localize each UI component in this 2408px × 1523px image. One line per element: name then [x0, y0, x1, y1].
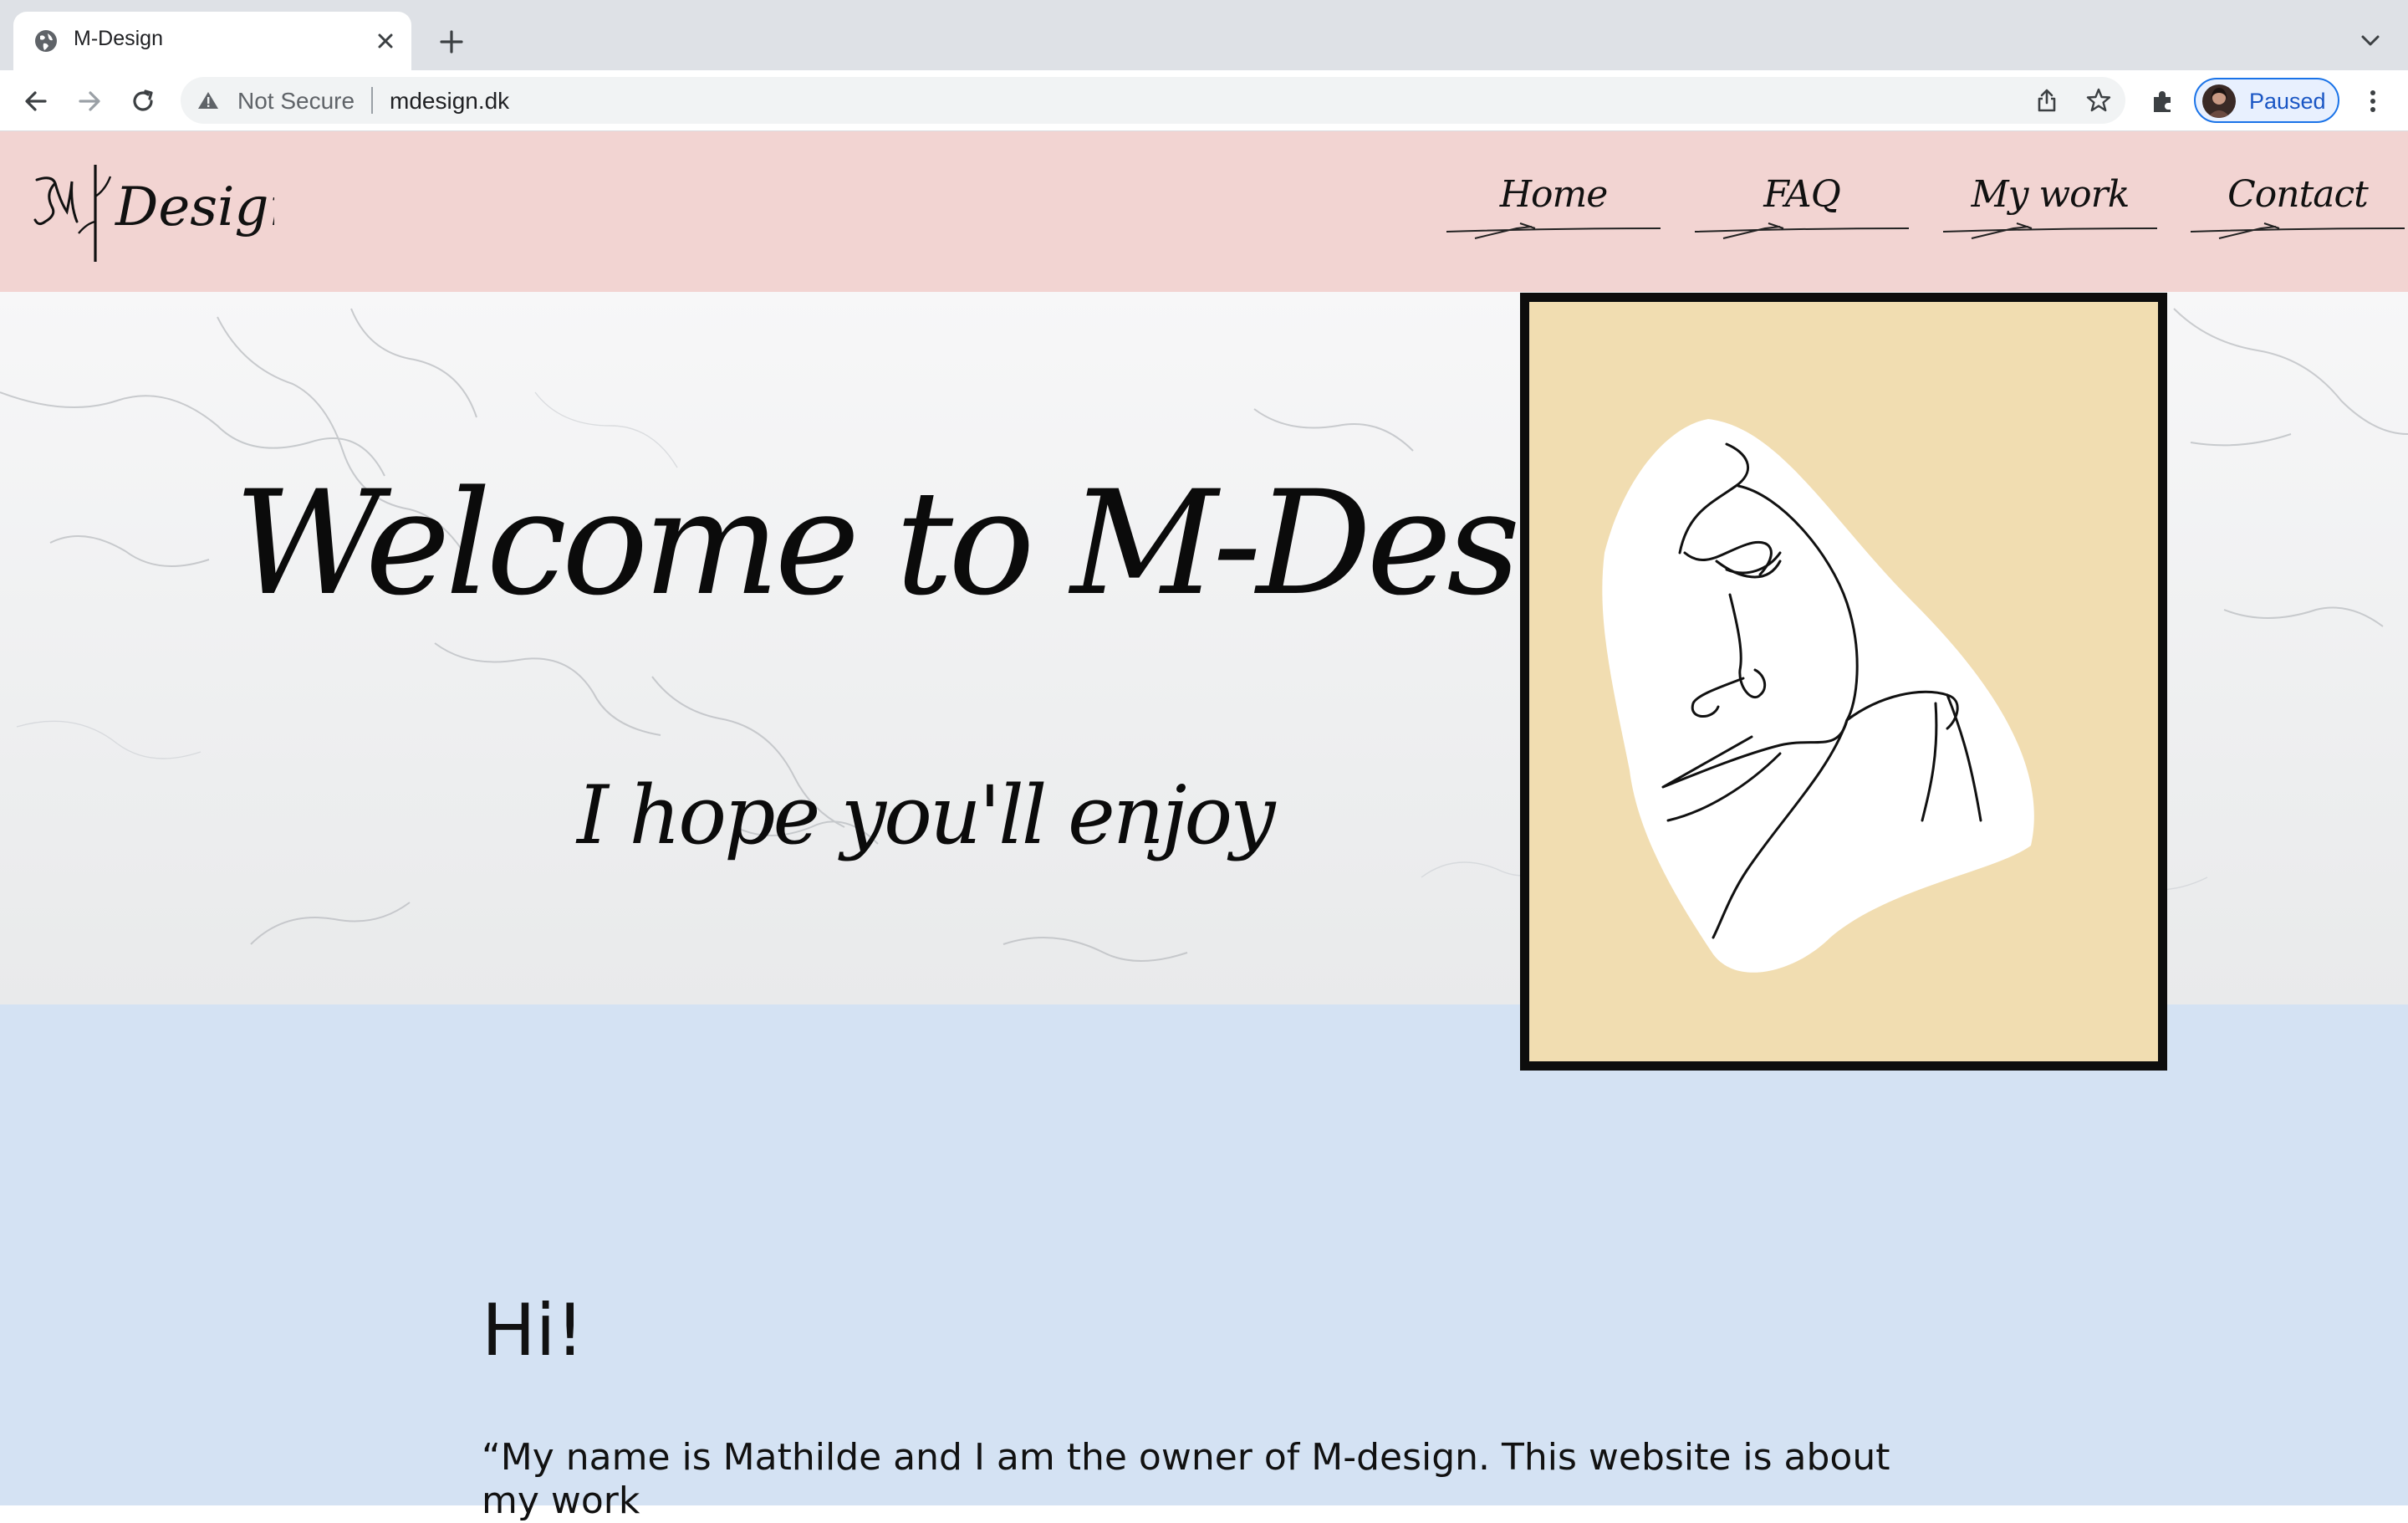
site-header: Design Home FAQ My work Contact	[0, 131, 2408, 292]
back-arrow-icon[interactable]	[22, 87, 50, 115]
nav-contact-label: Contact	[2227, 173, 2369, 216]
url-text[interactable]: mdesign.dk	[390, 88, 509, 115]
tab-title: M-Design	[74, 27, 163, 50]
nav-underline-decoration	[1446, 222, 1661, 239]
share-icon[interactable]	[2033, 87, 2060, 114]
tab-strip: M-Design	[0, 0, 2408, 70]
nav-faq[interactable]: FAQ	[1693, 173, 1911, 240]
omnibox-divider	[371, 87, 373, 114]
warning-icon[interactable]	[197, 90, 219, 110]
content-heading: Hi!	[482, 1289, 585, 1372]
globe-icon	[35, 30, 57, 52]
nav-underline-decoration	[1942, 222, 2158, 239]
line-art-face-image	[1602, 419, 2034, 973]
close-icon[interactable]	[375, 30, 396, 52]
profile-button[interactable]: Paused	[2194, 78, 2339, 123]
forward-arrow-icon[interactable]	[75, 87, 104, 115]
extensions-puzzle-icon[interactable]	[2149, 87, 2177, 115]
nav-home[interactable]: Home	[1445, 173, 1662, 240]
nav-faq-label: FAQ	[1763, 173, 1841, 216]
avatar	[2202, 84, 2236, 118]
profile-status: Paused	[2249, 89, 2326, 114]
nav-contact[interactable]: Contact	[2189, 173, 2406, 240]
nav-underline-decoration	[1694, 222, 1910, 239]
hero-subtitle: I hope you'll enjoy	[577, 769, 1275, 862]
svg-text:Design: Design	[115, 176, 274, 238]
nav-home-label: Home	[1499, 173, 1609, 216]
browser-toolbar: Not Secure mdesign.dk Paused	[0, 70, 2408, 131]
bookmark-star-icon[interactable]	[2085, 87, 2112, 114]
nav-my-work[interactable]: My work	[1941, 173, 2159, 240]
address-bar[interactable]: Not Secure mdesign.dk	[181, 77, 2125, 124]
reload-icon[interactable]	[129, 87, 157, 115]
new-tab-icon[interactable]	[438, 28, 465, 55]
content-section: Hi! “My name is Mathilde and I am the ow…	[0, 1004, 2408, 1522]
intro-paragraph: “My name is Mathilde and I am the owner …	[482, 1436, 1890, 1522]
more-menu-icon[interactable]	[2360, 87, 2386, 115]
chevron-down-icon[interactable]	[2358, 30, 2383, 52]
nav-my-work-label: My work	[1971, 173, 2130, 216]
site-logo[interactable]: Design	[32, 163, 274, 263]
security-label[interactable]: Not Secure	[237, 88, 355, 115]
browser-tab[interactable]: M-Design	[13, 12, 411, 70]
nav-underline-decoration	[2190, 222, 2405, 239]
hero-title: Welcome to M-Design	[234, 459, 1736, 627]
framed-artwork	[1520, 293, 2167, 1071]
